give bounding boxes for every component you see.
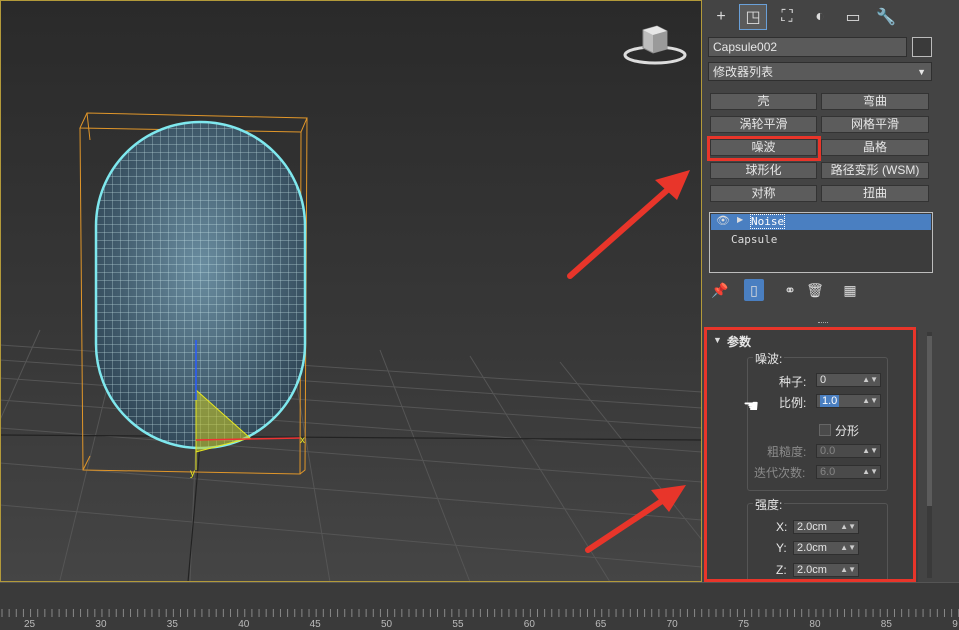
create-plus-icon[interactable]: +	[708, 5, 734, 29]
expand-triangle-icon[interactable]: ▶	[737, 215, 743, 224]
gizmo-x-label: x	[300, 435, 305, 446]
scale-spinner[interactable]: 1.0 ▲▼	[816, 394, 881, 408]
object-color-swatch[interactable]	[912, 37, 932, 57]
seed-value: 0	[820, 374, 827, 386]
object-name-field[interactable]: Capsule002	[708, 37, 907, 57]
strength-group-label: 强度:	[753, 496, 785, 513]
spinner-arrows-icon[interactable]: ▲▼	[862, 395, 878, 407]
timeline-frame-label: 30	[95, 619, 107, 630]
scale-value: 1.0	[820, 395, 840, 407]
splitter-handle[interactable]	[818, 322, 828, 326]
timeline-frame-label: 80	[809, 619, 821, 630]
modifier-twist-button[interactable]: 扭曲	[821, 185, 929, 202]
strength-z-label: Z:	[776, 563, 787, 577]
hand-cursor-icon: ☚	[743, 396, 760, 416]
strength-z-value: 2.0cm	[797, 564, 827, 576]
hierarchy-icon[interactable]: ⛶	[774, 5, 800, 29]
strength-y-spinner[interactable]: 2.0cm ▲▼	[793, 541, 859, 555]
strength-x-label: X:	[776, 520, 788, 534]
spinner-arrows-icon[interactable]: ▲▼	[862, 445, 878, 457]
motion-icon[interactable]: ◐	[807, 5, 833, 29]
gizmo-y-label: y	[190, 468, 195, 479]
scale-label: 比例:	[779, 396, 807, 410]
roughness-label: 粗糙度:	[767, 445, 807, 459]
modifier-list-dropdown[interactable]: 修改器列表 ▼	[708, 62, 932, 81]
spinner-arrows-icon[interactable]: ▲▼	[862, 466, 878, 478]
show-end-result-icon[interactable]: ▯	[744, 279, 764, 301]
iterations-spinner[interactable]: 6.0 ▲▼	[816, 465, 881, 479]
strength-x-spinner[interactable]: 2.0cm ▲▼	[793, 520, 859, 534]
grid-axis-y	[187, 444, 201, 582]
modifier-spherify-button[interactable]: 球形化	[710, 162, 817, 179]
make-unique-icon[interactable]: ⚭	[780, 279, 800, 301]
timeline-ruler[interactable]: 25 30 35 40 45 50 55 60 65 70 75 80 85 9	[0, 582, 959, 630]
strength-x-value: 2.0cm	[797, 521, 827, 533]
spinner-arrows-icon[interactable]: ▲▼	[862, 374, 878, 386]
spinner-arrows-icon[interactable]: ▲▼	[840, 521, 856, 533]
timeline-frame-label: 60	[523, 619, 535, 630]
fractal-checkbox[interactable]	[819, 424, 831, 436]
modifier-bend-button[interactable]: 弯曲	[821, 93, 929, 110]
seed-spinner[interactable]: 0 ▲▼	[816, 373, 881, 387]
command-panel: + ◳ ⛶ ◐ ▭ 🔧 Capsule002 修改器列表 ▼ 壳 弯曲 涡轮平滑…	[702, 0, 959, 582]
modifier-pathdeform-button[interactable]: 路径变形 (WSM)	[821, 162, 929, 179]
roughness-value: 0.0	[820, 445, 836, 457]
annotation-arrow-upper	[567, 170, 690, 279]
perspective-viewport[interactable]: x y	[0, 0, 702, 582]
rollout-collapse-icon[interactable]: ▼	[713, 335, 722, 345]
utilities-wrench-icon[interactable]: 🔧	[873, 5, 899, 29]
rollout-title[interactable]: 参数	[727, 333, 751, 350]
timeline-frame-label: 75	[738, 619, 750, 630]
timeline-frame-label: 45	[309, 619, 321, 630]
modifier-meshsmooth-button[interactable]: 网格平滑	[821, 116, 929, 133]
configure-modifier-sets-icon[interactable]: ▦	[840, 279, 860, 301]
timeline-frame-label: 40	[238, 619, 250, 630]
strength-z-spinner[interactable]: 2.0cm ▲▼	[793, 563, 859, 577]
iterations-label: 迭代次数:	[754, 466, 806, 480]
modifier-lattice-button[interactable]: 晶格	[821, 139, 929, 156]
panel-scrollbar[interactable]	[927, 332, 932, 578]
display-icon[interactable]: ▭	[840, 5, 866, 29]
strength-y-value: 2.0cm	[797, 542, 827, 554]
eye-icon[interactable]: 👁	[716, 214, 730, 227]
modifier-shell-button[interactable]: 壳	[710, 93, 817, 110]
timeline-frame-label: 55	[452, 619, 464, 630]
stack-item-noise-label: Noise	[749, 214, 786, 229]
noise-group-label: 噪波:	[753, 350, 785, 367]
timeline-frame-label: 25	[24, 619, 36, 630]
fractal-label: 分形	[835, 424, 860, 438]
modify-icon[interactable]: ◳	[739, 4, 767, 30]
timeline-frame-label: 70	[666, 619, 678, 630]
stack-item-noise[interactable]: 👁 ▶ Noise	[711, 214, 931, 230]
timeline-frame-label: 65	[595, 619, 607, 630]
modifier-stack[interactable]: 👁 ▶ Noise Capsule	[709, 212, 933, 273]
roughness-spinner[interactable]: 0.0 ▲▼	[816, 444, 881, 458]
strength-y-label: Y:	[776, 541, 787, 555]
chevron-down-icon: ▼	[917, 67, 926, 77]
pin-stack-icon[interactable]: 📌	[710, 279, 730, 301]
stack-item-capsule[interactable]: Capsule	[711, 232, 931, 248]
modifier-symmetry-button[interactable]: 对称	[710, 185, 817, 202]
timeline-ticks	[1, 609, 959, 617]
timeline-frame-label: 9	[952, 619, 958, 630]
seed-label: 种子:	[779, 375, 807, 389]
spinner-arrows-icon[interactable]: ▲▼	[840, 542, 856, 554]
remove-modifier-trash-icon[interactable]: 🗑	[805, 279, 825, 301]
timeline-frame-label: 35	[166, 619, 178, 630]
spinner-arrows-icon[interactable]: ▲▼	[840, 564, 856, 576]
iterations-value: 6.0	[820, 466, 836, 478]
panel-scrollbar-thumb[interactable]	[927, 336, 932, 506]
modifier-list-label: 修改器列表	[713, 65, 774, 79]
modifier-turbosmooth-button[interactable]: 涡轮平滑	[710, 116, 817, 133]
viewport-scene: x y	[0, 25, 702, 582]
stack-item-capsule-label: Capsule	[731, 233, 778, 246]
modifier-noise-button[interactable]: 噪波	[710, 139, 817, 156]
viewcube[interactable]	[623, 25, 687, 65]
grid-axis-x	[0, 434, 702, 441]
timeline-frame-label: 50	[381, 619, 393, 630]
timeline-frame-label: 85	[880, 619, 892, 630]
parameters-rollout: ▼ 参数 噪波: 种子: 0 ▲▼ 比例: 1.0 ▲▼ 分形 粗糙度: 0.0 ▲▼…	[707, 330, 918, 582]
